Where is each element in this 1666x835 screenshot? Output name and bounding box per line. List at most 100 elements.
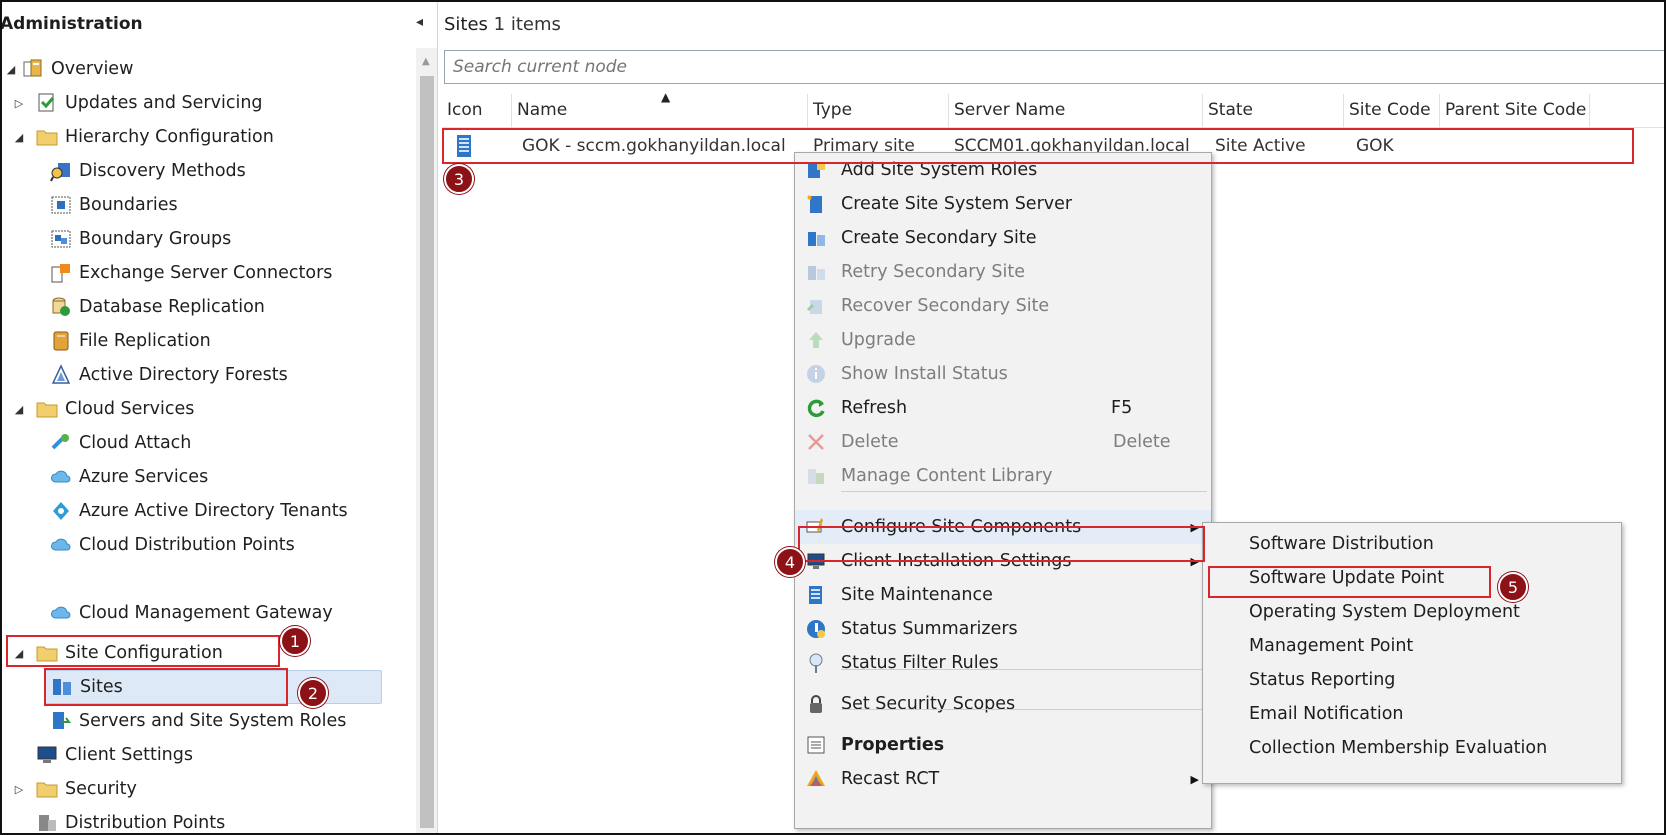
- menu-item-add-site-system-roles[interactable]: Add Site System Roles: [795, 153, 1211, 187]
- menu-item-create-site-system-server[interactable]: Create Site System Server: [795, 187, 1211, 221]
- menu-item-status-filter-rules[interactable]: Status Filter Rules: [795, 646, 1211, 680]
- collapse-arrow-icon[interactable]: ◢: [12, 647, 26, 660]
- menu-item-configure-site-components[interactable]: Configure Site Components ▶: [795, 510, 1211, 544]
- menu-item-refresh[interactable]: Refresh F5: [795, 391, 1211, 425]
- menu-item-label: Create Secondary Site: [841, 228, 1037, 248]
- column-header-site-code[interactable]: Site Code: [1344, 94, 1440, 128]
- menu-item-recover-secondary-site[interactable]: Recover Secondary Site: [795, 289, 1211, 323]
- add-roles-icon: [805, 159, 827, 181]
- menu-item-label: Status Filter Rules: [841, 653, 999, 673]
- info-icon: [805, 363, 827, 385]
- workspace-title: Administration: [2, 14, 143, 34]
- nav-item-servers-and-site-system-roles[interactable]: Servers and Site System Roles: [50, 704, 346, 738]
- context-menu: Add Site System Roles Create Site System …: [794, 152, 1212, 829]
- nav-item-hierarchy-configuration[interactable]: ◢ Hierarchy Configuration: [15, 120, 274, 154]
- nav-item-label: Azure Active Directory Tenants: [79, 501, 348, 521]
- console-window: Administration ◂ ◢ Overview ▷ Updates and S…: [0, 0, 1666, 835]
- menu-item-delete[interactable]: Delete Delete: [795, 425, 1211, 459]
- nav-item-file-replication[interactable]: File Replication: [50, 324, 211, 358]
- nav-item-discovery-methods[interactable]: Discovery Methods: [50, 154, 246, 188]
- nav-item-label: Site Configuration: [65, 643, 223, 663]
- nav-item-exchange-server-connectors[interactable]: Exchange Server Connectors: [50, 256, 332, 290]
- menu-item-show-install-status[interactable]: Show Install Status: [795, 357, 1211, 391]
- nav-item-security[interactable]: ▷ Security: [15, 772, 137, 806]
- column-header-icon[interactable]: Icon: [442, 94, 512, 128]
- nav-scrollbar[interactable]: ▲: [416, 48, 437, 833]
- expand-arrow-icon[interactable]: ▷: [12, 783, 26, 796]
- column-header-server-name[interactable]: Server Name: [949, 94, 1203, 128]
- boundary-group-icon: [50, 228, 72, 250]
- menu-item-label: Refresh: [841, 398, 908, 418]
- nav-item-site-configuration[interactable]: ◢ Site Configuration: [15, 636, 223, 670]
- menu-item-retry-secondary-site[interactable]: Retry Secondary Site: [795, 255, 1211, 289]
- status-summarizer-icon: [805, 618, 827, 640]
- search-input[interactable]: [444, 50, 1664, 84]
- column-header-name[interactable]: Name: [512, 94, 808, 128]
- submenu-item-status-reporting[interactable]: Status Reporting: [1203, 663, 1621, 697]
- menu-item-upgrade[interactable]: Upgrade: [795, 323, 1211, 357]
- menu-separator: [841, 669, 1207, 670]
- nav-item-label: Client Settings: [65, 745, 194, 765]
- scroll-up-icon[interactable]: ▲: [422, 56, 430, 67]
- nav-item-active-directory-forests[interactable]: Active Directory Forests: [50, 358, 288, 392]
- menu-item-manage-content-library[interactable]: Manage Content Library: [795, 459, 1211, 493]
- menu-shortcut: Delete: [1113, 432, 1171, 452]
- menu-item-client-installation-settings[interactable]: Client Installation Settings ▶: [795, 544, 1211, 578]
- menu-item-properties[interactable]: Properties: [795, 728, 1211, 762]
- nav-item-boundary-groups[interactable]: Boundary Groups: [50, 222, 231, 256]
- submenu-item-software-distribution[interactable]: Software Distribution: [1203, 527, 1621, 561]
- nav-item-client-settings[interactable]: Client Settings: [36, 738, 193, 772]
- nav-item-cloud-services[interactable]: ◢ Cloud Services: [15, 392, 195, 426]
- submenu-item-collection-membership-evaluation[interactable]: Collection Membership Evaluation: [1203, 731, 1621, 765]
- nav-item-azure-services[interactable]: Azure Services: [50, 460, 208, 494]
- configure-site-components-submenu: Software Distribution Software Update Poi…: [1202, 522, 1622, 784]
- menu-item-site-maintenance[interactable]: Site Maintenance: [795, 578, 1211, 612]
- submenu-item-email-notification[interactable]: Email Notification: [1203, 697, 1621, 731]
- nav-item-label: Cloud Services: [65, 399, 195, 419]
- submenu-item-label: Management Point: [1249, 636, 1414, 656]
- nav-item-sites[interactable]: Sites: [44, 670, 382, 704]
- column-header-parent-site-code[interactable]: Parent Site Code: [1440, 94, 1590, 128]
- submenu-item-operating-system-deployment[interactable]: Operating System Deployment: [1203, 595, 1621, 629]
- nav-item-distribution-points[interactable]: Distribution Points: [36, 806, 225, 833]
- nav-item-database-replication[interactable]: Database Replication: [50, 290, 265, 324]
- menu-item-status-summarizers[interactable]: Status Summarizers: [795, 612, 1211, 646]
- nav-item-label: Overview: [51, 59, 134, 79]
- collapse-arrow-icon[interactable]: ◢: [12, 131, 26, 144]
- nav-item-updates-and-servicing[interactable]: ▷ Updates and Servicing: [15, 86, 263, 120]
- node-name: Sites: [444, 14, 488, 35]
- cell-name: GOK - sccm.gokhanyildan.local: [522, 136, 786, 156]
- menu-item-set-security-scopes[interactable]: Set Security Scopes: [795, 687, 1211, 721]
- collapse-nav-button[interactable]: ◂: [416, 14, 423, 30]
- step-badge-1: 1: [280, 626, 310, 656]
- nav-item-azure-active-directory-tenants[interactable]: Azure Active Directory Tenants: [50, 494, 348, 528]
- nav-item-label: Sites: [80, 677, 123, 697]
- scroll-thumb[interactable]: [420, 76, 434, 828]
- nav-item-boundaries[interactable]: Boundaries: [50, 188, 178, 222]
- nav-item-label: File Replication: [79, 331, 211, 351]
- filter-rules-icon: [805, 652, 827, 674]
- nav-item-label: Active Directory Forests: [79, 365, 288, 385]
- submenu-item-management-point[interactable]: Management Point: [1203, 629, 1621, 663]
- client-settings-icon: [36, 744, 58, 766]
- nav-item-cloud-attach[interactable]: Cloud Attach: [50, 426, 191, 460]
- nav-item-label: Servers and Site System Roles: [79, 711, 347, 731]
- menu-item-label: Client Installation Settings: [841, 551, 1072, 571]
- properties-icon: [805, 734, 827, 756]
- menu-item-label: Show Install Status: [841, 364, 1008, 384]
- menu-item-label: Set Security Scopes: [841, 694, 1016, 714]
- recover-icon: [805, 295, 827, 317]
- menu-item-create-secondary-site[interactable]: Create Secondary Site: [795, 221, 1211, 255]
- recast-icon: [805, 768, 827, 790]
- submenu-item-software-update-point[interactable]: Software Update Point: [1203, 561, 1621, 595]
- submenu-arrow-icon: ▶: [1190, 520, 1199, 534]
- expand-arrow-icon[interactable]: ▷: [12, 97, 26, 110]
- column-header-state[interactable]: State: [1203, 94, 1344, 128]
- collapse-arrow-icon[interactable]: ◢: [12, 403, 26, 416]
- collapse-arrow-icon[interactable]: ◢: [4, 63, 18, 76]
- nav-item-overview[interactable]: ◢ Overview: [7, 52, 134, 86]
- column-header-type[interactable]: Type: [808, 94, 949, 128]
- nav-item-cloud-distribution-points[interactable]: Cloud Distribution Points: [50, 528, 295, 562]
- menu-item-recast-rct[interactable]: Recast RCT ▶: [795, 762, 1211, 796]
- nav-item-cloud-management-gateway[interactable]: Cloud Management Gateway: [50, 596, 333, 630]
